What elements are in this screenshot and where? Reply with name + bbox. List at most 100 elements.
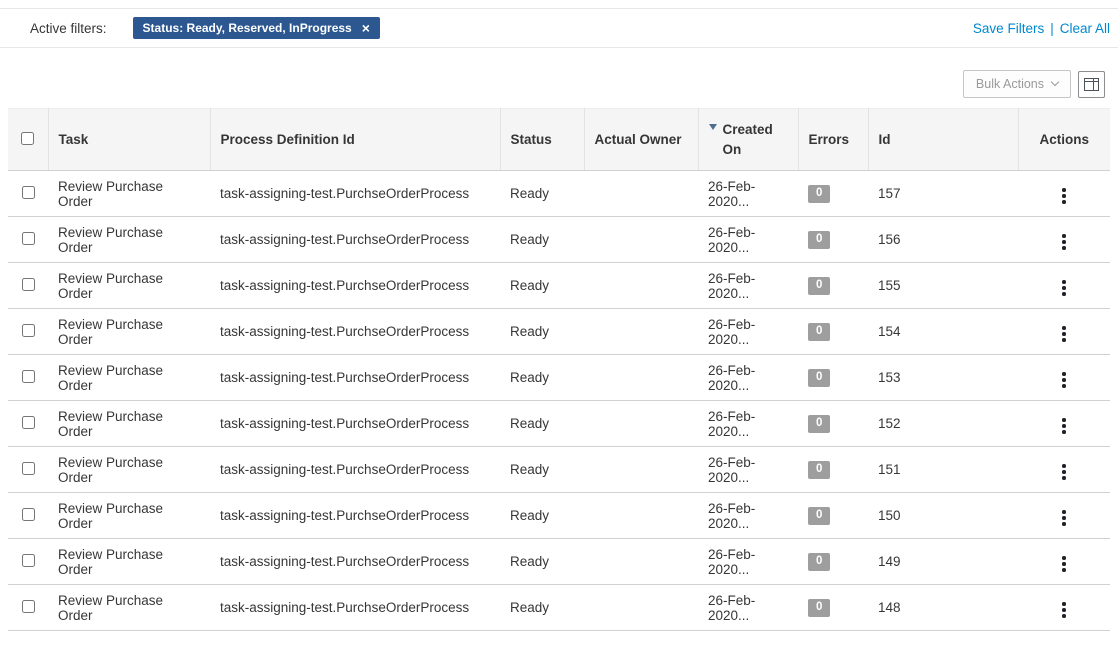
task-cell[interactable]: Review Purchase Order bbox=[48, 355, 210, 401]
actual-owner-cell bbox=[584, 585, 698, 631]
row-checkbox[interactable] bbox=[22, 554, 35, 567]
errors-badge: 0 bbox=[808, 507, 830, 525]
row-checkbox-cell bbox=[8, 309, 48, 355]
active-filters-bar: Active filters: Status: Ready, Reserved,… bbox=[0, 8, 1118, 48]
errors-cell: 0 bbox=[798, 355, 868, 401]
actions-cell bbox=[1018, 217, 1110, 263]
row-checkbox-cell bbox=[8, 217, 48, 263]
row-checkbox[interactable] bbox=[22, 232, 35, 245]
id-cell: 153 bbox=[868, 355, 1018, 401]
task-cell[interactable]: Review Purchase Order bbox=[48, 493, 210, 539]
column-header-actions: Actions bbox=[1018, 109, 1110, 171]
row-checkbox[interactable] bbox=[22, 324, 35, 337]
id-cell: 152 bbox=[868, 401, 1018, 447]
actions-cell bbox=[1018, 585, 1110, 631]
kebab-vertical-icon[interactable] bbox=[1055, 184, 1073, 208]
column-header-actual-owner[interactable]: Actual Owner bbox=[584, 109, 698, 171]
status-cell: Ready bbox=[500, 539, 584, 585]
created-on-cell: 26-Feb-2020... bbox=[698, 309, 798, 355]
row-checkbox[interactable] bbox=[22, 370, 35, 383]
kebab-vertical-icon[interactable] bbox=[1055, 368, 1073, 392]
process-definition-id-cell: task-assigning-test.PurchseOrderProcess bbox=[210, 539, 500, 585]
id-cell: 151 bbox=[868, 447, 1018, 493]
row-checkbox[interactable] bbox=[22, 462, 35, 475]
select-all-checkbox[interactable] bbox=[21, 132, 34, 145]
actions-cell bbox=[1018, 355, 1110, 401]
close-icon[interactable]: × bbox=[362, 21, 370, 35]
column-header-created-on[interactable]: Created On bbox=[698, 109, 798, 171]
table-row: Review Purchase Order task-assigning-tes… bbox=[8, 447, 1110, 493]
kebab-vertical-icon[interactable] bbox=[1055, 598, 1073, 622]
task-inbox-table: Task Process Definition Id Status Actual… bbox=[8, 108, 1110, 631]
actions-cell bbox=[1018, 171, 1110, 217]
kebab-vertical-icon[interactable] bbox=[1055, 506, 1073, 530]
status-cell: Ready bbox=[500, 217, 584, 263]
column-header-errors[interactable]: Errors bbox=[798, 109, 868, 171]
row-checkbox[interactable] bbox=[22, 278, 35, 291]
column-settings-button[interactable] bbox=[1078, 71, 1105, 98]
column-header-id[interactable]: Id bbox=[868, 109, 1018, 171]
kebab-vertical-icon[interactable] bbox=[1055, 460, 1073, 484]
id-cell: 148 bbox=[868, 585, 1018, 631]
table-columns-icon bbox=[1084, 78, 1099, 91]
select-all-header bbox=[8, 109, 48, 171]
row-checkbox-cell bbox=[8, 171, 48, 217]
errors-cell: 0 bbox=[798, 309, 868, 355]
id-cell: 150 bbox=[868, 493, 1018, 539]
task-cell[interactable]: Review Purchase Order bbox=[48, 309, 210, 355]
created-on-cell: 26-Feb-2020... bbox=[698, 585, 798, 631]
errors-badge: 0 bbox=[808, 277, 830, 295]
kebab-vertical-icon[interactable] bbox=[1055, 276, 1073, 300]
row-checkbox-cell bbox=[8, 539, 48, 585]
status-cell: Ready bbox=[500, 447, 584, 493]
clear-all-link[interactable]: Clear All bbox=[1060, 21, 1110, 36]
kebab-vertical-icon[interactable] bbox=[1055, 414, 1073, 438]
created-on-cell: 26-Feb-2020... bbox=[698, 493, 798, 539]
task-cell[interactable]: Review Purchase Order bbox=[48, 401, 210, 447]
kebab-vertical-icon[interactable] bbox=[1055, 230, 1073, 254]
created-on-header-label: Created On bbox=[723, 120, 779, 159]
kebab-vertical-icon[interactable] bbox=[1055, 322, 1073, 346]
kebab-vertical-icon[interactable] bbox=[1055, 552, 1073, 576]
row-checkbox[interactable] bbox=[22, 600, 35, 613]
column-header-status[interactable]: Status bbox=[500, 109, 584, 171]
actual-owner-cell bbox=[584, 447, 698, 493]
status-cell: Ready bbox=[500, 263, 584, 309]
active-filters-label: Active filters: bbox=[30, 21, 107, 36]
row-checkbox[interactable] bbox=[22, 416, 35, 429]
task-cell[interactable]: Review Purchase Order bbox=[48, 447, 210, 493]
table-row: Review Purchase Order task-assigning-tes… bbox=[8, 401, 1110, 447]
id-cell: 154 bbox=[868, 309, 1018, 355]
table-row: Review Purchase Order task-assigning-tes… bbox=[8, 309, 1110, 355]
actions-cell bbox=[1018, 493, 1110, 539]
save-filters-link[interactable]: Save Filters bbox=[973, 21, 1044, 36]
column-header-process-definition-id[interactable]: Process Definition Id bbox=[210, 109, 500, 171]
created-on-cell: 26-Feb-2020... bbox=[698, 217, 798, 263]
errors-badge: 0 bbox=[808, 461, 830, 479]
id-cell: 157 bbox=[868, 171, 1018, 217]
process-definition-id-cell: task-assigning-test.PurchseOrderProcess bbox=[210, 263, 500, 309]
task-cell[interactable]: Review Purchase Order bbox=[48, 585, 210, 631]
task-cell[interactable]: Review Purchase Order bbox=[48, 539, 210, 585]
table-row: Review Purchase Order task-assigning-tes… bbox=[8, 355, 1110, 401]
row-checkbox[interactable] bbox=[22, 186, 35, 199]
bulk-actions-button[interactable]: Bulk Actions bbox=[963, 70, 1071, 98]
column-header-task[interactable]: Task bbox=[48, 109, 210, 171]
process-definition-id-cell: task-assigning-test.PurchseOrderProcess bbox=[210, 447, 500, 493]
task-cell[interactable]: Review Purchase Order bbox=[48, 171, 210, 217]
task-cell[interactable]: Review Purchase Order bbox=[48, 263, 210, 309]
errors-cell: 0 bbox=[798, 401, 868, 447]
actual-owner-cell bbox=[584, 401, 698, 447]
row-checkbox[interactable] bbox=[22, 508, 35, 521]
task-cell[interactable]: Review Purchase Order bbox=[48, 217, 210, 263]
status-cell: Ready bbox=[500, 401, 584, 447]
actual-owner-cell bbox=[584, 171, 698, 217]
table-row: Review Purchase Order task-assigning-tes… bbox=[8, 171, 1110, 217]
errors-badge: 0 bbox=[808, 415, 830, 433]
actions-cell bbox=[1018, 539, 1110, 585]
errors-badge: 0 bbox=[808, 553, 830, 571]
table-row: Review Purchase Order task-assigning-tes… bbox=[8, 585, 1110, 631]
process-definition-id-cell: task-assigning-test.PurchseOrderProcess bbox=[210, 171, 500, 217]
created-on-cell: 26-Feb-2020... bbox=[698, 447, 798, 493]
actual-owner-cell bbox=[584, 309, 698, 355]
